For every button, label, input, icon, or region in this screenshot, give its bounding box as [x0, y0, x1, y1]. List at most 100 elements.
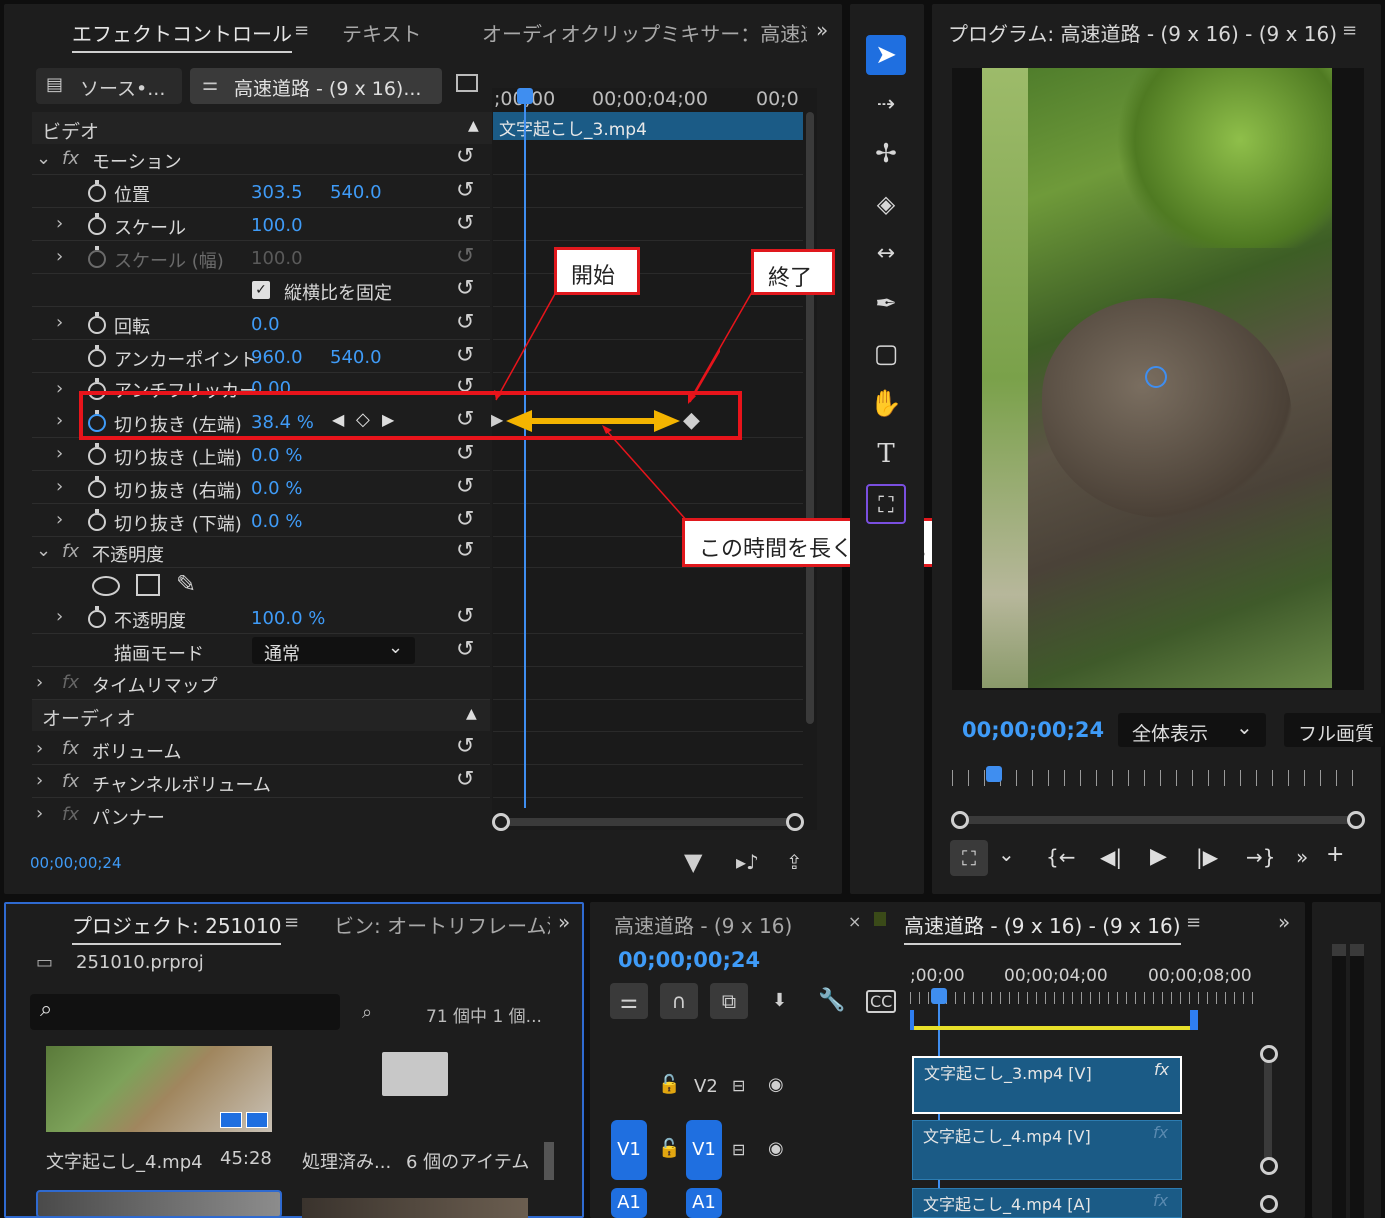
eye-icon[interactable]: ◉: [768, 1138, 784, 1159]
step-back-icon[interactable]: ◀|: [1100, 845, 1122, 869]
project-thumbnail-1[interactable]: [46, 1046, 272, 1132]
zoom-dropdown[interactable]: 全体表示 ⌄: [1118, 713, 1266, 747]
track-select-tool-icon[interactable]: ⇢: [866, 85, 906, 125]
tab-project[interactable]: プロジェクト: 251010: [72, 910, 282, 945]
go-to-out-icon[interactable]: →}: [1246, 845, 1275, 869]
add-button-icon[interactable]: +: [1326, 842, 1344, 867]
tab-effect-controls[interactable]: エフェクトコントロール: [72, 18, 292, 53]
collapse-up-icon[interactable]: ▲: [468, 118, 479, 134]
hand-tool-icon[interactable]: ✋: [866, 384, 906, 424]
effect-controls-timecode[interactable]: 00;00;00;24: [30, 854, 122, 872]
motion-chevron-icon[interactable]: ⌄: [36, 148, 51, 169]
tab-audio-clip-mixer[interactable]: オーディオクリップミキサー：高速道: [482, 18, 807, 47]
scale-width-chevron-icon[interactable]: ›: [56, 246, 63, 267]
vscroll-handle-a[interactable]: [1260, 1195, 1278, 1213]
track-a1-button[interactable]: A1: [686, 1188, 722, 1218]
scale-chevron-icon[interactable]: ›: [56, 213, 63, 234]
panel-menu-icon[interactable]: ≡: [1342, 20, 1357, 41]
program-zoom-bar[interactable]: [960, 816, 1356, 824]
reset-icon[interactable]: ↺: [456, 507, 474, 532]
reset-icon[interactable]: ↺: [456, 538, 474, 563]
ec-zoom-bar[interactable]: [500, 818, 796, 826]
ec-scrollbar[interactable]: [806, 112, 814, 724]
program-ruler[interactable]: [952, 770, 1362, 786]
rotation-chevron-icon[interactable]: ›: [56, 312, 63, 333]
close-tab-icon[interactable]: ×: [848, 912, 861, 931]
type-tool-icon[interactable]: T: [866, 434, 906, 474]
lock-icon[interactable]: 🔓: [658, 1138, 680, 1159]
add-marker-icon[interactable]: ⬇: [772, 990, 787, 1011]
tab-bin[interactable]: ビン: オートリフレーム済: [334, 910, 550, 939]
antiflicker-chevron-icon[interactable]: ›: [56, 378, 63, 399]
reset-icon[interactable]: ↺: [456, 637, 474, 662]
ripple-edit-tool-icon[interactable]: ✢: [866, 134, 906, 174]
channel-volume-chevron-icon[interactable]: ›: [36, 770, 43, 791]
panel-menu-icon[interactable]: ≡: [284, 912, 299, 933]
bin-folder-icon[interactable]: [382, 1052, 448, 1096]
export-icon[interactable]: ⇪: [786, 850, 803, 874]
ec-clip-bar[interactable]: 文字起こし_3.mp4: [493, 112, 803, 140]
reset-icon[interactable]: ↺: [456, 734, 474, 759]
source-v1-button[interactable]: V1: [611, 1120, 647, 1180]
quality-dropdown[interactable]: フル画質: [1284, 713, 1384, 747]
program-zoom-handle-right[interactable]: [1347, 811, 1365, 829]
project-thumbnail-3[interactable]: [36, 1190, 282, 1218]
lock-icon[interactable]: 🔓: [658, 1074, 680, 1095]
work-area-bar[interactable]: [912, 1026, 1190, 1030]
reset-icon[interactable]: ↺: [456, 276, 474, 301]
clip-a1-fx[interactable]: fx: [1153, 1191, 1168, 1210]
blend-mode-dropdown[interactable]: 通常 ⌄: [252, 637, 415, 665]
panner-chevron-icon[interactable]: ›: [36, 803, 43, 824]
ec-zoom-handle-right[interactable]: [786, 813, 804, 831]
clip-v1[interactable]: 文字起こし_4.mp4 [V] fx: [912, 1120, 1182, 1180]
filter-icon[interactable]: ▼: [684, 848, 702, 876]
reset-icon[interactable]: ↺: [456, 310, 474, 335]
rectangle-tool-icon[interactable]: ▢: [866, 334, 906, 374]
work-area-start[interactable]: [910, 1010, 914, 1030]
program-playhead-handle[interactable]: [986, 766, 1002, 782]
stopwatch-icon[interactable]: [88, 476, 106, 498]
crop-left-chevron-icon[interactable]: ›: [56, 410, 63, 431]
tab-text[interactable]: テキスト: [342, 18, 421, 47]
vscroll-handle-bottom[interactable]: [1260, 1157, 1278, 1175]
ellipse-mask-icon[interactable]: [92, 576, 120, 596]
stopwatch-icon[interactable]: [88, 509, 106, 531]
timeline-ruler-ticks[interactable]: [910, 992, 1258, 1004]
timeline-vscroll[interactable]: [1264, 1052, 1272, 1172]
source-selector[interactable]: ▤ ソース•...: [36, 68, 182, 104]
source-a1-button[interactable]: A1: [611, 1188, 647, 1218]
panel-menu-icon[interactable]: ≡: [1186, 912, 1201, 933]
panel-toggle-icon[interactable]: [456, 74, 478, 92]
more-controls-icon[interactable]: »: [1296, 845, 1308, 869]
stopwatch-icon[interactable]: [88, 443, 106, 465]
captions-icon[interactable]: CC: [866, 990, 897, 1013]
play-audio-icon[interactable]: ▸♪: [736, 850, 759, 874]
vscroll-handle-top[interactable]: [1260, 1045, 1278, 1063]
pen-tool-icon[interactable]: ✒: [866, 284, 906, 324]
snap-button[interactable]: ∩: [660, 983, 698, 1019]
scale-value[interactable]: 100.0: [251, 215, 303, 236]
auto-reframe-tool-icon[interactable]: ⛶: [866, 484, 906, 524]
uniform-scale-checkbox[interactable]: ✓: [252, 281, 270, 299]
time-remap-chevron-icon[interactable]: ›: [36, 672, 43, 693]
crop-top-chevron-icon[interactable]: ›: [56, 443, 63, 464]
more-tabs-icon[interactable]: »: [558, 910, 570, 934]
selection-tool-icon[interactable]: ➤: [866, 35, 906, 75]
rectangle-mask-icon[interactable]: [136, 574, 160, 596]
project-thumbnail-4[interactable]: [302, 1198, 528, 1218]
find-icon[interactable]: ⌕: [362, 1002, 372, 1023]
stopwatch-icon[interactable]: [88, 312, 106, 334]
play-icon[interactable]: ▶: [1150, 844, 1167, 869]
stopwatch-icon[interactable]: [88, 606, 106, 628]
reset-icon[interactable]: ↺: [456, 144, 474, 169]
clip-a1[interactable]: 文字起こし_4.mp4 [A] fx: [912, 1188, 1182, 1218]
panel-menu-icon[interactable]: ≡: [294, 20, 309, 41]
more-tabs-icon[interactable]: »: [1278, 910, 1290, 934]
insert-sequence-button[interactable]: ⚌: [610, 983, 648, 1019]
clip-v2-fx[interactable]: fx: [1154, 1060, 1169, 1079]
crop-right-chevron-icon[interactable]: ›: [56, 476, 63, 497]
reset-icon[interactable]: ↺: [456, 343, 474, 368]
crop-bottom-value[interactable]: 0.0 %: [251, 511, 302, 532]
crop-bottom-chevron-icon[interactable]: ›: [56, 509, 63, 530]
step-forward-icon[interactable]: |▶: [1196, 845, 1218, 869]
